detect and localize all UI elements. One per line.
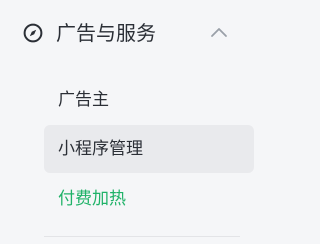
menu-item-label: 小程序管理 xyxy=(58,139,143,159)
chevron-up-icon[interactable] xyxy=(210,27,228,38)
menu-item-label: 付费加热 xyxy=(58,189,126,209)
divider xyxy=(44,236,240,237)
compass-icon xyxy=(23,23,43,43)
menu-group-title: 广告与服务 xyxy=(56,21,156,45)
menu-item-label: 广告主 xyxy=(58,90,109,110)
menu-item-paid-boost[interactable]: 付费加热 xyxy=(0,175,240,223)
menu-group-ads-services[interactable]: 广告与服务 xyxy=(0,0,240,66)
menu-item-advertiser[interactable]: 广告主 xyxy=(0,76,240,124)
menu-item-mini-program-management[interactable]: 小程序管理 xyxy=(0,125,254,173)
